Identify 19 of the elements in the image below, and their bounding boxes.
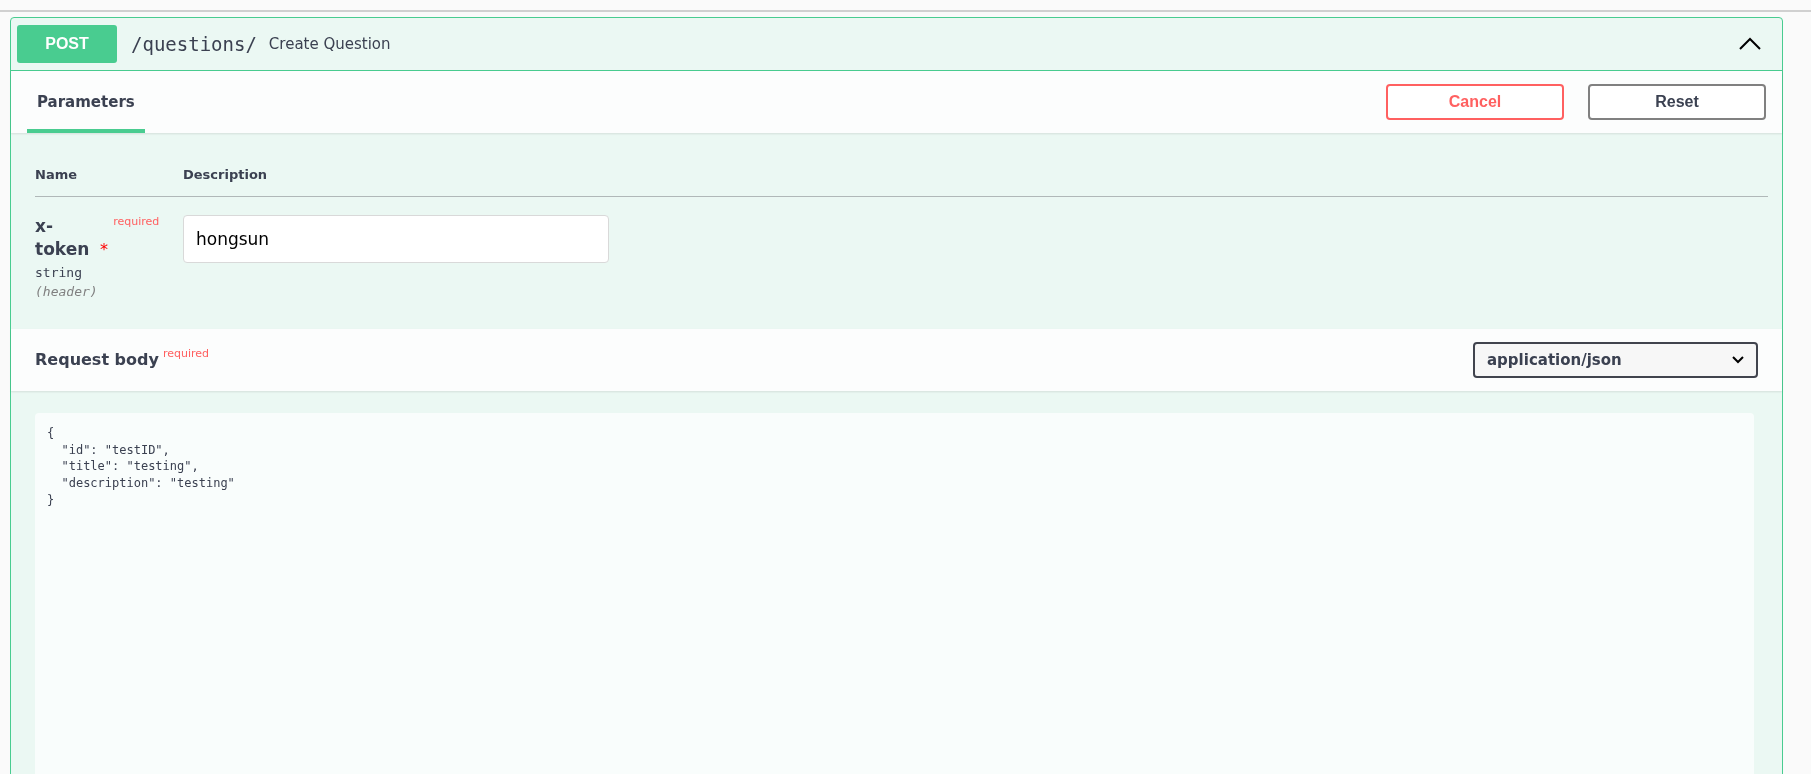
column-header: Name (35, 167, 78, 182)
parameters-tab[interactable]: Parameters (27, 71, 145, 133)
collapse-icon[interactable] (1738, 37, 1762, 51)
request-body-editor[interactable]: { "id": "testID", "title": "testing", "description": "testing" } (35, 412, 1754, 774)
request-body-title: Request body (35, 350, 159, 370)
caret-icon (1732, 355, 1744, 364)
required-label: required (162, 347, 210, 361)
reset-button[interactable]: Reset (1588, 84, 1766, 120)
content-type-select[interactable]: application/json (1473, 341, 1758, 378)
parameter-name: x-token (35, 215, 91, 261)
method-badge: POST (17, 25, 117, 63)
endpoint-path: /questions/ (131, 33, 257, 55)
parameter-location: (header) (35, 283, 99, 299)
input-field[interactable]: hongsun (183, 215, 609, 263)
parameter-type: string (35, 264, 83, 280)
required-mark: * (100, 239, 109, 259)
column-header: Description (183, 167, 268, 182)
required-label: required (113, 215, 160, 228)
endpoint-summary: Create Question (268, 35, 391, 53)
